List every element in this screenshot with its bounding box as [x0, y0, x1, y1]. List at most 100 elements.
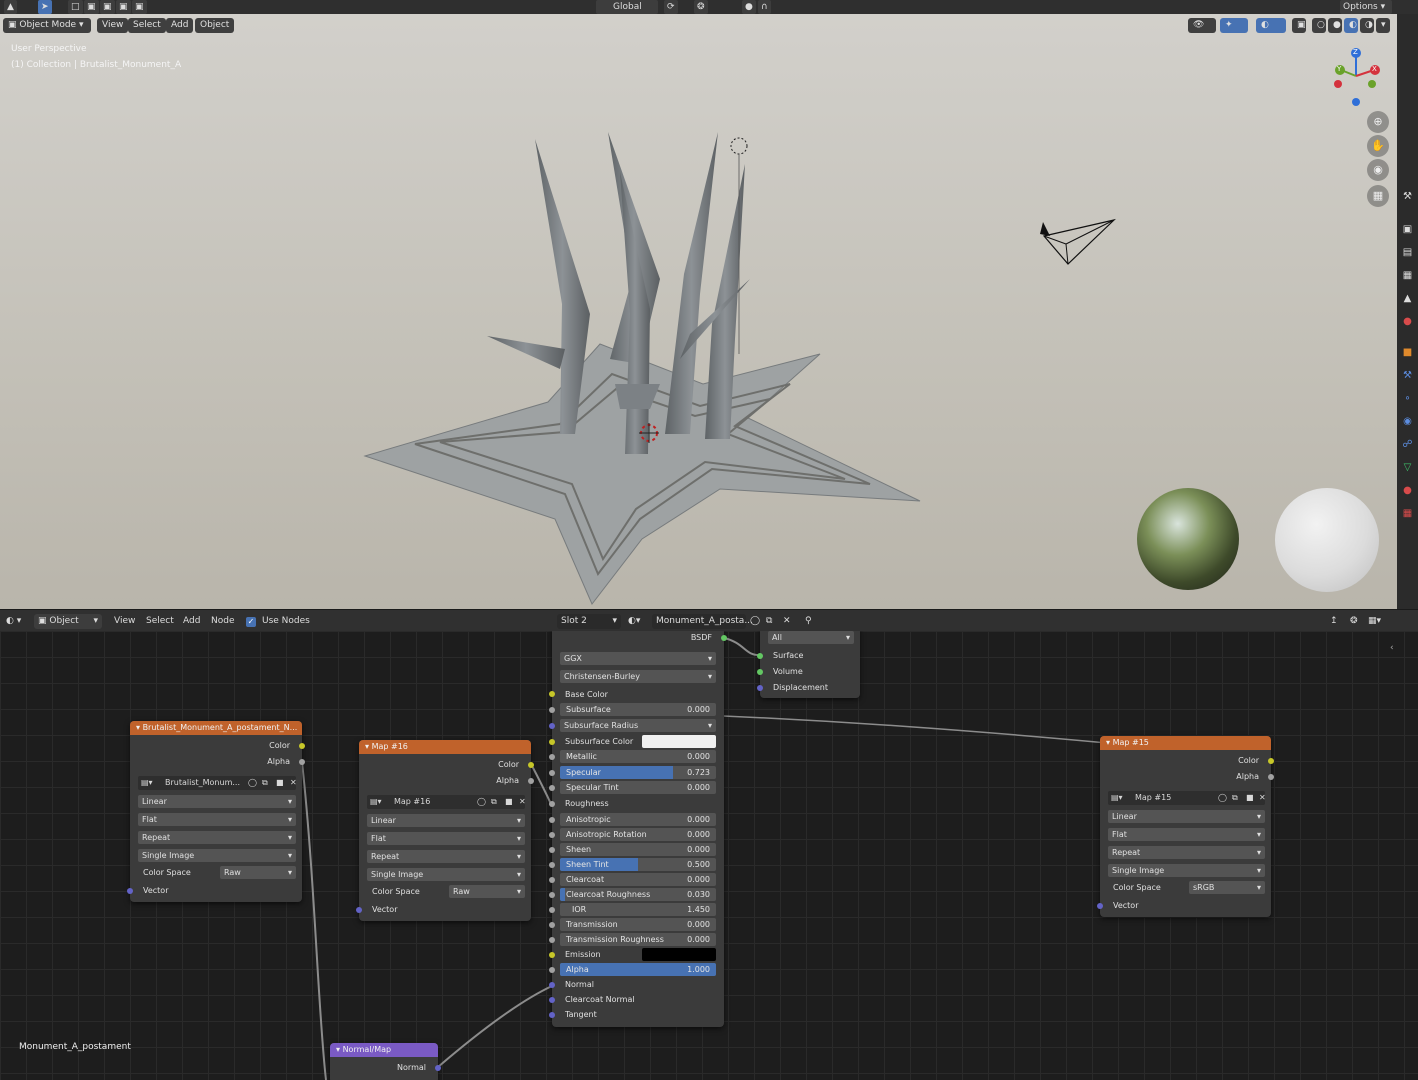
parent-node-tree-icon[interactable]: ↥	[1330, 614, 1338, 629]
interpolation-dropdown[interactable]: Linear ▾	[138, 795, 296, 808]
node-editor-type-icon[interactable]: ◐ ▾	[6, 614, 21, 629]
unlink-image-icon[interactable]: ✕	[1259, 791, 1266, 805]
output-alpha-socket[interactable]	[528, 778, 534, 784]
anisotropic-slider[interactable]: Anisotropic 0.000	[560, 813, 716, 826]
specular-slider[interactable]: Specular 0.723	[560, 766, 716, 779]
pin-icon[interactable]: ⚲	[805, 614, 812, 629]
transmission-roughness-socket[interactable]	[549, 937, 555, 943]
base-color-socket[interactable]	[549, 691, 555, 697]
select-invert-icon[interactable]: ▣	[116, 0, 131, 14]
ne-menu-view[interactable]: View	[114, 614, 135, 629]
emission-color-swatch[interactable]	[642, 948, 716, 961]
image-browse-icon[interactable]: ▤▾	[370, 797, 382, 806]
output-bsdf-socket[interactable]	[721, 635, 727, 641]
metallic-slider[interactable]: Metallic 0.000	[560, 750, 716, 763]
transmission-socket[interactable]	[549, 922, 555, 928]
physics-tab-icon[interactable]: ◉	[1400, 414, 1415, 429]
normal-map-node[interactable]: ▾ Normal/Map Normal	[330, 1043, 441, 1080]
select-subtract-icon[interactable]: ▣	[100, 0, 115, 14]
clearcoat-roughness-socket[interactable]	[549, 892, 555, 898]
proportional-edit-icon[interactable]: ●	[742, 0, 756, 14]
source-dropdown[interactable]: Single Image ▾	[367, 868, 525, 881]
distribution-dropdown[interactable]: GGX ▾	[560, 652, 716, 665]
snap-target-icon[interactable]: ▦▾	[1368, 614, 1381, 629]
scene-tab-icon[interactable]: ▲	[1400, 291, 1415, 306]
anisotropic-socket[interactable]	[549, 817, 555, 823]
constraints-tab-icon[interactable]: ☍	[1400, 437, 1415, 452]
interpolation-dropdown[interactable]: Linear ▾	[367, 814, 525, 827]
specular-tint-socket[interactable]	[549, 785, 555, 791]
duplicate-image-icon[interactable]: ⧉	[491, 795, 497, 809]
material-name-field[interactable]: Monument_A_posta...	[652, 614, 753, 629]
input-vector-socket[interactable]	[1097, 903, 1103, 909]
select-intersect-icon[interactable]: ▣	[132, 0, 147, 14]
fake-user-icon[interactable]: ◯	[477, 795, 486, 809]
clearcoat-slider[interactable]: Clearcoat 0.000	[560, 873, 716, 886]
subsurface-radius-dropdown[interactable]: Subsurface Radius ▾	[560, 719, 716, 732]
ne-menu-select[interactable]: Select	[146, 614, 174, 629]
anisotropic-rotation-slider[interactable]: Anisotropic Rotation 0.000	[560, 828, 716, 841]
image-name-field[interactable]: Brutalist_Monum...	[165, 776, 245, 790]
duplicate-image-icon[interactable]: ⧉	[1232, 791, 1238, 805]
surface-socket[interactable]	[757, 653, 763, 659]
use-nodes-checkbox[interactable]: ✓	[246, 617, 256, 627]
sheen-tint-slider[interactable]: Sheen Tint 0.500	[560, 858, 716, 871]
output-tab-icon[interactable]: ▤	[1400, 245, 1415, 260]
output-alpha-socket[interactable]	[299, 759, 305, 765]
color-space-dropdown[interactable]: Raw ▾	[449, 885, 525, 898]
material-output-node[interactable]: All ▾ Surface Volume Displacement	[757, 631, 860, 698]
alpha-socket[interactable]	[549, 967, 555, 973]
select-box-icon[interactable]: □	[68, 0, 83, 14]
particles-tab-icon[interactable]: ∘	[1400, 391, 1415, 406]
material-browse-icon[interactable]: ◐▾	[628, 614, 640, 629]
clearcoat-roughness-slider[interactable]: Clearcoat Roughness 0.030	[560, 888, 716, 901]
output-color-socket[interactable]	[1268, 758, 1274, 764]
open-image-icon[interactable]: ■	[276, 776, 284, 790]
pivot-icon[interactable]: ⟳	[664, 0, 678, 14]
anisotropic-rotation-socket[interactable]	[549, 832, 555, 838]
normal-socket[interactable]	[549, 982, 555, 988]
principled-bsdf-node[interactable]: BSDF GGX ▾ Christensen-Burley ▾ Base Color…	[549, 631, 727, 1027]
subsurface-radius-socket[interactable]	[549, 723, 555, 729]
duplicate-material-icon[interactable]: ⧉	[766, 614, 772, 629]
data-tab-icon[interactable]: ▽	[1400, 460, 1415, 475]
projection-dropdown[interactable]: Flat ▾	[138, 813, 296, 826]
alpha-slider[interactable]: Alpha 1.000	[560, 963, 716, 976]
options-dropdown[interactable]: Options ▾	[1340, 0, 1392, 14]
open-image-icon[interactable]: ■	[505, 795, 513, 809]
duplicate-image-icon[interactable]: ⧉	[262, 776, 268, 790]
extension-dropdown[interactable]: Repeat ▾	[367, 850, 525, 863]
unlink-material-icon[interactable]: ✕	[783, 614, 791, 629]
specular-socket[interactable]	[549, 770, 555, 776]
image-browse-icon[interactable]: ▤▾	[141, 778, 153, 787]
input-vector-socket[interactable]	[356, 907, 362, 913]
volume-socket[interactable]	[757, 669, 763, 675]
tool-tab-icon[interactable]: ⚒	[1400, 189, 1415, 204]
sheen-tint-socket[interactable]	[549, 862, 555, 868]
subsurface-method-dropdown[interactable]: Christensen-Burley ▾	[560, 670, 716, 683]
sidebar-toggle-icon[interactable]: ‹	[1390, 643, 1394, 653]
ior-slider[interactable]: IOR 1.450	[560, 903, 716, 916]
image-texture-node-postament[interactable]: ▾ Brutalist_Monument_A_postament_N... Co…	[127, 721, 305, 902]
image-selector[interactable]: ▤▾ Map #15 ◯ ⧉ ■ ✕	[1108, 791, 1266, 805]
ne-menu-node[interactable]: Node	[211, 614, 235, 629]
output-alpha-socket[interactable]	[1268, 774, 1274, 780]
subsurface-color-swatch[interactable]	[642, 735, 716, 748]
color-space-dropdown[interactable]: sRGB ▾	[1189, 881, 1265, 894]
output-normal-socket[interactable]	[435, 1065, 441, 1071]
view-layer-tab-icon[interactable]: ▦	[1400, 268, 1415, 283]
image-browse-icon[interactable]: ▤▾	[1111, 793, 1123, 802]
subsurface-color-socket[interactable]	[549, 739, 555, 745]
fake-user-icon[interactable]: ◯	[1218, 791, 1227, 805]
extension-dropdown[interactable]: Repeat ▾	[138, 831, 296, 844]
unlink-image-icon[interactable]: ✕	[290, 776, 297, 790]
image-name-field[interactable]: Map #16	[394, 795, 474, 809]
snapping-icon[interactable]: ❂	[1350, 614, 1358, 629]
image-texture-node-map15[interactable]: ▾ Map #15 Color Alpha ▤▾ Map #15 ◯ ⧉ ■ ✕…	[1097, 736, 1274, 917]
fake-user-icon[interactable]: ◯	[750, 614, 760, 629]
output-color-socket[interactable]	[528, 762, 534, 768]
sheen-slider[interactable]: Sheen 0.000	[560, 843, 716, 856]
subsurface-slider[interactable]: Subsurface 0.000	[560, 703, 716, 716]
extension-dropdown[interactable]: Repeat ▾	[1108, 846, 1265, 859]
ne-menu-add[interactable]: Add	[183, 614, 200, 629]
